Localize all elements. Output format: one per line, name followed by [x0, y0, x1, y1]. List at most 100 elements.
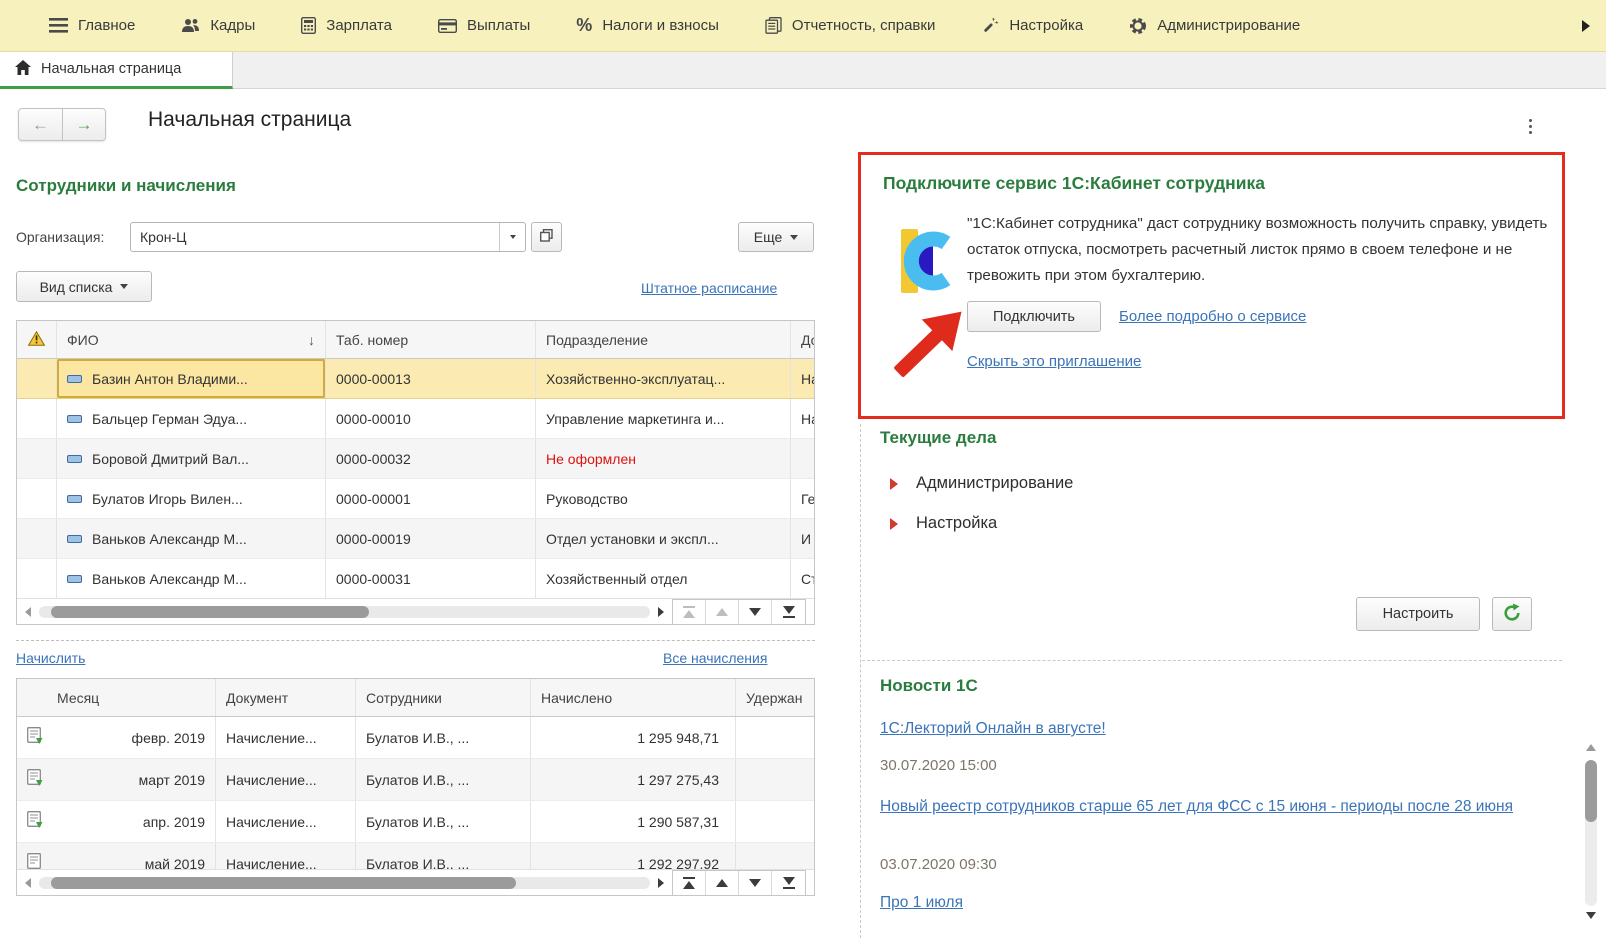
employee-row[interactable]: Бальцер Герман Эдуа... 0000-00010 Управл… — [17, 399, 814, 439]
go-first-button[interactable] — [673, 870, 706, 895]
scroll-left-icon[interactable] — [25, 877, 31, 888]
history-nav: ← → — [18, 108, 106, 141]
accruals-row-nav — [672, 869, 806, 896]
column-header-position[interactable]: До — [791, 321, 814, 358]
scrollbar-thumb[interactable] — [51, 605, 369, 618]
employee-row[interactable]: Булатов Игорь Вилен... 0000-00001 Руково… — [17, 479, 814, 519]
more-button-label: Еще — [753, 229, 783, 245]
scroll-left-icon[interactable] — [25, 606, 31, 617]
employee-row[interactable]: Ваньков Александр М... 0000-00031 Хозяйс… — [17, 559, 814, 599]
clipped-row-container: май 2019 Начисление... Булатов И.В., ...… — [17, 843, 814, 869]
people-icon — [181, 18, 200, 34]
task-item-administration[interactable]: Администрирование — [890, 474, 1073, 493]
accrue-link[interactable]: Начислить — [16, 650, 85, 666]
column-header-employees[interactable]: Сотрудники — [356, 679, 531, 716]
all-accruals-link[interactable]: Все начисления — [663, 650, 767, 666]
column-header-tab-number[interactable]: Таб. номер — [326, 321, 536, 358]
menu-label: Главное — [78, 17, 136, 34]
panel-divider — [860, 424, 861, 938]
employee-row[interactable]: Ваньков Александр М... 0000-00019 Отдел … — [17, 519, 814, 559]
scroll-right-icon[interactable] — [658, 606, 664, 617]
sort-desc-icon: ↓ — [308, 331, 315, 348]
news-link[interactable]: 1С:Лекторий Онлайн в августе! — [880, 716, 1540, 741]
accruals-table-header: Месяц Документ Сотрудники Начислено Удер… — [17, 679, 814, 717]
news-vscrollbar-track[interactable] — [1585, 760, 1597, 906]
scroll-down-icon[interactable] — [1586, 912, 1596, 919]
column-header-month[interactable]: Месяц — [17, 679, 216, 716]
accrual-row[interactable]: апр. 2019 Начисление... Булатов И.В., ..… — [17, 801, 814, 843]
tab-home[interactable]: Начальная страница — [0, 52, 233, 89]
configure-button[interactable]: Настроить — [1356, 597, 1480, 631]
go-down-button[interactable] — [739, 870, 772, 895]
go-up-button[interactable] — [706, 599, 739, 624]
go-down-button[interactable] — [739, 599, 772, 624]
scrollbar-track[interactable] — [39, 876, 650, 889]
organization-field[interactable]: Крон-Ц — [130, 222, 526, 252]
section-divider — [862, 660, 1562, 661]
accruals-hscrollbar — [17, 869, 814, 896]
employees-hscrollbar — [17, 598, 814, 625]
warning-icon — [27, 330, 46, 349]
tab-bar: Начальная страница — [0, 52, 1606, 89]
card-icon — [437, 18, 457, 33]
task-item-settings[interactable]: Настройка — [890, 514, 997, 533]
accrual-row[interactable]: май 2019 Начисление... Булатов И.В., ...… — [17, 843, 814, 869]
scroll-right-icon[interactable] — [658, 877, 664, 888]
news-vscrollbar-thumb[interactable] — [1585, 760, 1597, 822]
go-last-button[interactable] — [772, 600, 805, 624]
column-header-department[interactable]: Подразделение — [536, 321, 791, 358]
column-header-withheld[interactable]: Удержан — [736, 679, 814, 716]
report-icon — [765, 17, 782, 34]
organization-choose-button[interactable] — [531, 222, 562, 252]
chevron-down-icon — [790, 234, 799, 240]
menu-item-hr[interactable]: Кадры — [158, 0, 278, 51]
back-button[interactable]: ← — [19, 109, 62, 140]
employee-row[interactable]: Базин Антон Владими... 0000-00013 Хозяйс… — [17, 359, 814, 399]
menu-overflow-button[interactable] — [1559, 0, 1606, 51]
menu-item-payments[interactable]: Выплаты — [415, 0, 553, 51]
employee-row[interactable]: Боровой Дмитрий Вал... 0000-00032 Не офо… — [17, 439, 814, 479]
scrollbar-track[interactable] — [39, 605, 650, 618]
menu-item-main[interactable]: Главное — [26, 0, 158, 51]
more-options-button[interactable] — [1522, 114, 1538, 138]
column-header-accrued[interactable]: Начислено — [531, 679, 736, 716]
wrench-icon — [981, 17, 999, 35]
go-up-button[interactable] — [706, 870, 739, 895]
accrual-row[interactable]: март 2019 Начисление... Булатов И.В., ..… — [17, 759, 814, 801]
employees-more-button[interactable]: Еще — [738, 222, 814, 252]
service-details-link[interactable]: Более подробно о сервисе — [1119, 308, 1306, 325]
go-last-button[interactable] — [772, 871, 805, 895]
menu-item-settings[interactable]: Настройка — [958, 0, 1106, 51]
employee-marker-icon — [67, 494, 82, 503]
accrual-row[interactable]: февр. 2019 Начисление... Булатов И.В., .… — [17, 717, 814, 759]
warning-column-header[interactable] — [17, 321, 57, 358]
not-registered-status: Не оформлен — [536, 439, 791, 478]
organization-dropdown-button[interactable] — [499, 223, 525, 251]
connect-button[interactable]: Подключить — [967, 301, 1101, 332]
refresh-button[interactable] — [1492, 597, 1532, 631]
column-header-document[interactable]: Документ — [216, 679, 356, 716]
column-header-fio[interactable]: ФИО ↓ — [57, 321, 326, 358]
news-link[interactable]: Новый реестр сотрудников старше 65 лет д… — [880, 794, 1540, 819]
chevron-right-icon — [1582, 19, 1590, 32]
tab-label: Начальная страница — [41, 61, 182, 77]
scroll-up-icon[interactable] — [1586, 744, 1596, 751]
scrollbar-thumb[interactable] — [51, 876, 516, 889]
document-icon — [27, 853, 43, 869]
menu-item-administration[interactable]: Администрирование — [1106, 0, 1323, 51]
staffing-schedule-link[interactable]: Штатное расписание — [641, 280, 777, 296]
calculator-icon — [301, 17, 317, 34]
forward-button[interactable]: → — [62, 109, 105, 140]
menu-item-salary[interactable]: Зарплата — [278, 0, 415, 51]
document-posted-icon — [27, 727, 43, 748]
view-list-button[interactable]: Вид списка — [16, 271, 152, 302]
menu-label: Выплаты — [466, 17, 531, 34]
menu-item-reports[interactable]: Отчетность, справки — [742, 0, 958, 51]
news-link[interactable]: Про 1 июля — [880, 890, 1540, 915]
service-heading: Подключите сервис 1С:Кабинет сотрудника — [883, 173, 1266, 193]
hide-invitation-link[interactable]: Скрыть это приглашение — [967, 353, 1141, 370]
document-posted-icon — [27, 811, 43, 832]
menu-item-taxes[interactable]: % Налоги и взносы — [553, 0, 742, 51]
go-first-button[interactable] — [673, 599, 706, 624]
hamburger-icon — [49, 18, 68, 33]
